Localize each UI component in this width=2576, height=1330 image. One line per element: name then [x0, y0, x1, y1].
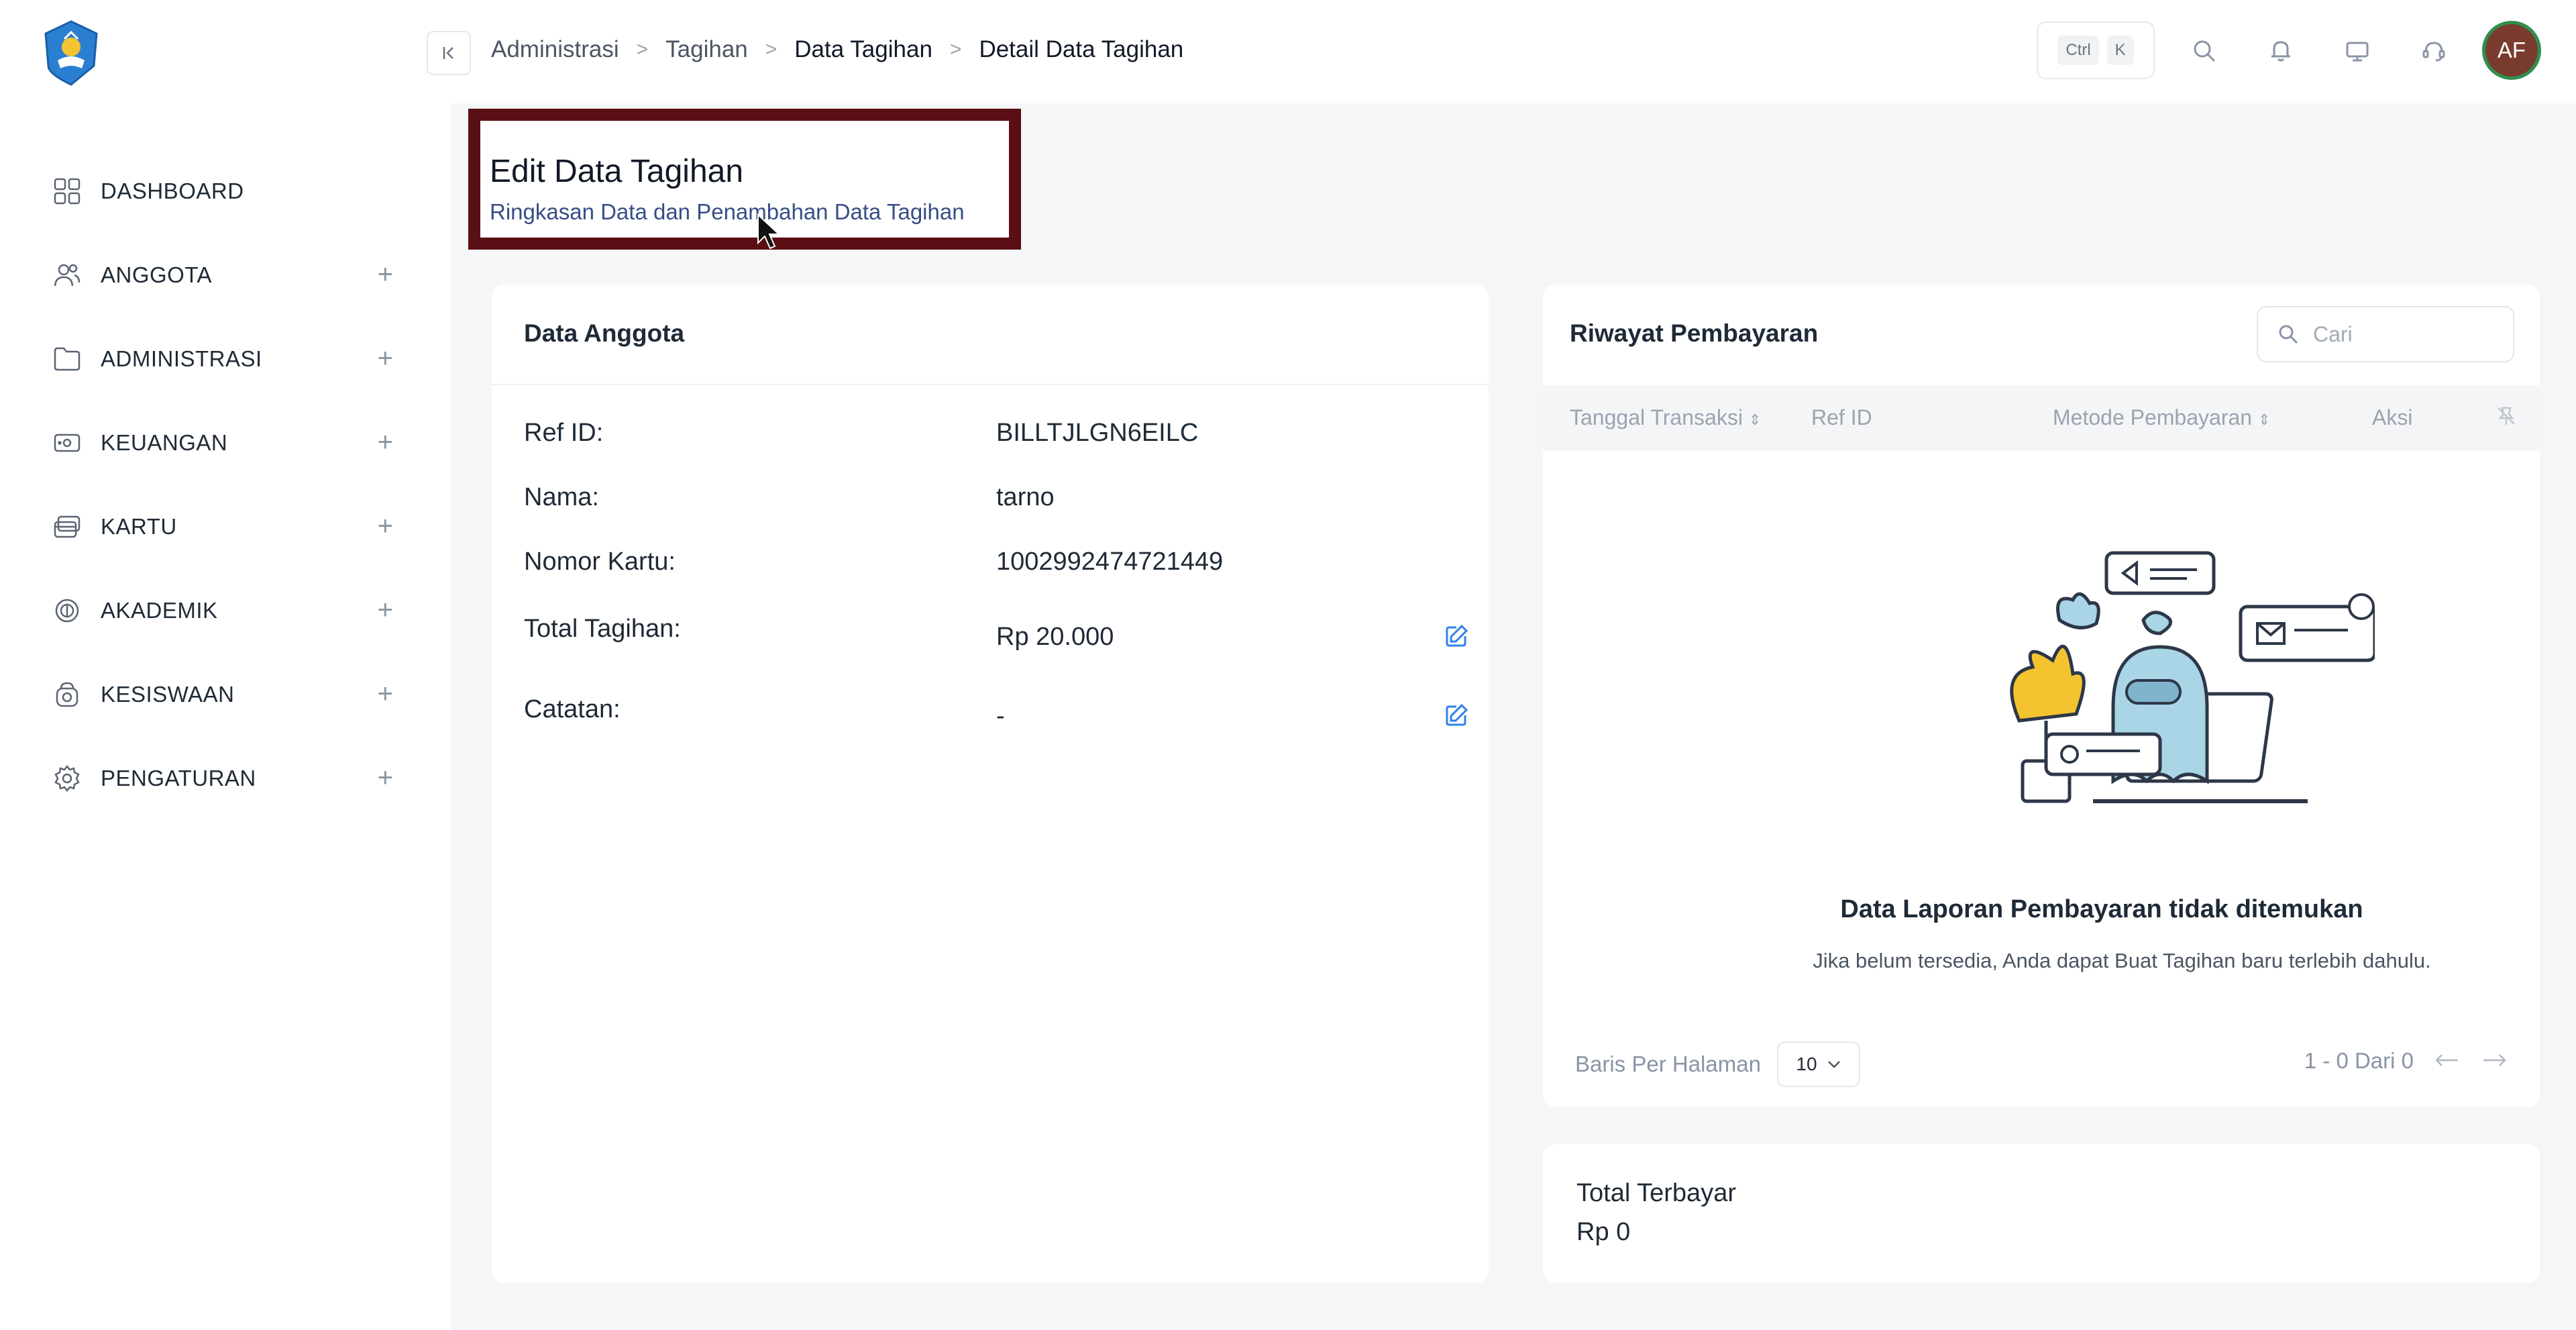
sidebar-item-kesiswaan[interactable]: KESISWAAN + [51, 652, 393, 736]
breadcrumb-item[interactable]: Administrasi [491, 36, 619, 63]
edit-icon[interactable] [1443, 702, 1470, 729]
empty-state-title: Data Laporan Pembayaran tidak ditemukan [1840, 895, 2363, 923]
total-paid-label: Total Terbayar [1576, 1179, 1736, 1207]
total-paid-value: Rp 0 [1576, 1218, 1631, 1246]
grid-icon [51, 175, 83, 207]
sidebar-item-administrasi[interactable]: ADMINISTRASI + [51, 317, 393, 401]
search-icon[interactable] [2183, 30, 2226, 72]
sidebar-item-label: PENGATURAN [101, 765, 256, 790]
expand-icon[interactable]: + [378, 763, 393, 793]
sidebar-item-label: AKADEMIK [101, 597, 218, 623]
divider [492, 384, 1489, 385]
sidebar-item-label: ADMINISTRASI [101, 346, 262, 371]
search-input[interactable]: Cari [2257, 306, 2514, 362]
cash-icon [51, 427, 83, 459]
breadcrumb-separator: > [636, 38, 649, 60]
collapse-sidebar-button[interactable] [427, 31, 471, 75]
search-icon [2279, 325, 2298, 344]
card-title: Riwayat Pembayaran [1570, 319, 1819, 347]
expand-icon[interactable]: + [378, 344, 393, 374]
logo[interactable] [38, 19, 105, 86]
bell-icon[interactable] [2259, 30, 2302, 72]
column-header-metode[interactable]: Metode Pembayaran ⇕ [2053, 405, 2270, 430]
card-title: Data Anggota [524, 319, 685, 347]
page-header: Edit Data Tagihan Ringkasan Data dan Pen… [468, 109, 1021, 250]
chevron-down-icon [1827, 1061, 1840, 1068]
command-palette-shortcut[interactable]: Ctrl K [2037, 21, 2155, 79]
mouse-cursor-icon [757, 213, 781, 250]
rows-per-page-select[interactable]: 10 [1776, 1041, 1860, 1087]
rows-per-page: Baris Per Halaman 10 [1575, 1041, 1860, 1087]
rows-per-page-value: 10 [1796, 1054, 1817, 1074]
avatar[interactable]: AF [2482, 21, 2541, 80]
sidebar-item-label: ANGGOTA [101, 262, 213, 287]
sort-icon: ⇕ [1748, 411, 1762, 428]
total-paid-card: Total Terbayar Rp 0 [1543, 1144, 2540, 1283]
card-icon [51, 511, 83, 543]
shortcut-key: Ctrl [2057, 36, 2099, 65]
sidebar-item-label: KESISWAAN [101, 681, 235, 707]
pagination-info: 1 - 0 Dari 0 [2304, 1048, 2414, 1073]
sidebar-item-pengaturan[interactable]: PENGATURAN + [51, 736, 393, 820]
field-label: Catatan: [524, 695, 621, 723]
shortcut-key: K [2106, 36, 2134, 65]
column-header-tanggal[interactable]: Tanggal Transaksi ⇕ [1570, 405, 1761, 430]
member-data-card: Data Anggota Ref ID: BILLTJLGN6EILC Nama… [492, 285, 1489, 1283]
sidebar-item-dashboard[interactable]: DASHBOARD [51, 149, 393, 233]
search-placeholder: Cari [2313, 321, 2353, 346]
sidebar-item-label: DASHBOARD [101, 178, 244, 203]
breadcrumb-item[interactable]: Tagihan [665, 36, 748, 63]
page-title: Edit Data Tagihan [490, 154, 744, 189]
prev-page-icon[interactable] [2434, 1048, 2461, 1074]
field-value: tarno [996, 483, 1055, 511]
field-value: 1002992474721449 [996, 548, 1224, 576]
expand-icon[interactable]: + [378, 427, 393, 458]
expand-icon[interactable]: + [378, 511, 393, 542]
monitor-icon[interactable] [2336, 30, 2379, 72]
next-page-icon[interactable] [2481, 1048, 2508, 1074]
breadcrumb: Administrasi > Tagihan > Data Tagihan > … [491, 36, 1183, 63]
empty-state-illustration [2010, 551, 2375, 803]
breadcrumb-item[interactable]: Data Tagihan [794, 36, 932, 63]
sidebar-item-keuangan[interactable]: KEUANGAN + [51, 401, 393, 484]
sidebar-item-label: KEUANGAN [101, 429, 228, 455]
expand-icon[interactable]: + [378, 260, 393, 290]
column-header-ref-id: Ref ID [1811, 405, 1872, 429]
field-label: Nama: [524, 483, 599, 511]
breadcrumb-current: Detail Data Tagihan [979, 36, 1184, 62]
folder-icon [51, 343, 83, 375]
sidebar-menu: DASHBOARD ANGGOTA + ADMINISTRASI + KEUAN… [51, 149, 393, 820]
sidebar: DASHBOARD ANGGOTA + ADMINISTRASI + KEUAN… [0, 0, 451, 1330]
expand-icon[interactable]: + [378, 595, 393, 625]
sort-icon: ⇕ [2257, 411, 2271, 428]
edit-icon[interactable] [1443, 623, 1470, 650]
users-icon [51, 259, 83, 291]
settings-icon [51, 762, 83, 795]
expand-icon[interactable]: + [378, 679, 393, 709]
pagination: 1 - 0 Dari 0 [2304, 1048, 2508, 1074]
field-value: - [996, 702, 1005, 730]
support-icon[interactable] [2412, 30, 2455, 72]
column-header-aksi: Aksi [2372, 405, 2413, 429]
field-label: Total Tagihan: [524, 615, 681, 643]
field-label: Nomor Kartu: [524, 548, 676, 576]
sidebar-item-kartu[interactable]: KARTU + [51, 484, 393, 568]
collapse-icon [443, 47, 453, 59]
table-header: Tanggal Transaksi ⇕ Ref ID Metode Pembay… [1543, 385, 2540, 451]
sidebar-item-akademik[interactable]: AKADEMIK + [51, 568, 393, 652]
empty-state-subtitle: Jika belum tersedia, Anda dapat Buat Tag… [1813, 949, 2431, 972]
sidebar-item-anggota[interactable]: ANGGOTA + [51, 233, 393, 317]
page-subtitle: Ringkasan Data dan Penambahan Data Tagih… [490, 199, 965, 224]
field-value: Rp 20.000 [996, 623, 1114, 651]
rows-per-page-label: Baris Per Halaman [1575, 1052, 1761, 1076]
payment-history-card: Riwayat Pembayaran Cari Tanggal Transaks… [1543, 285, 2540, 1107]
field-label: Ref ID: [524, 419, 604, 447]
breadcrumb-separator: > [949, 38, 962, 60]
breadcrumb-separator: > [765, 38, 777, 60]
pin-off-icon[interactable] [2496, 405, 2517, 432]
student-icon [51, 678, 83, 711]
sidebar-item-label: KARTU [101, 513, 177, 539]
academic-icon [51, 595, 83, 627]
field-value: BILLTJLGN6EILC [996, 419, 1199, 447]
